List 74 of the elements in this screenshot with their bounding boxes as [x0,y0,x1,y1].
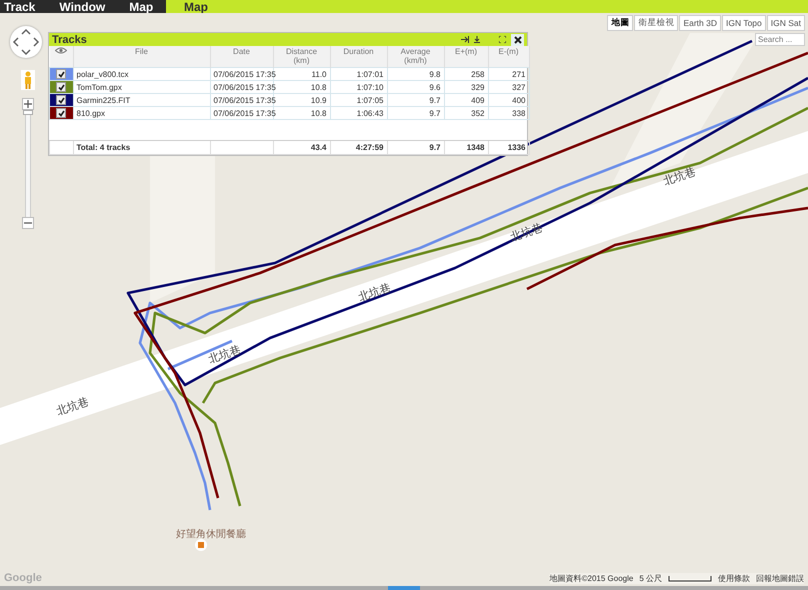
table-cell: 400 [488,94,529,106]
table-cell: 1:07:10 [330,80,387,94]
street-label: 北坑巷 [509,222,544,244]
panel-title: Tracks [52,34,87,46]
total-cell: 4:27:59 [330,140,387,154]
table-cell: 409 [444,94,488,106]
table-cell: 07/06/2015 17:35 [210,94,273,106]
column-header[interactable]: E-(m) [488,46,529,68]
terms-link[interactable]: 使用條款 [718,573,750,584]
column-header[interactable]: File [73,46,210,68]
table-cell: 07/06/2015 17:35 [210,106,273,120]
map-type-button[interactable]: 衛星檢視 [634,15,678,31]
scale-label: 5 公尺 [639,573,662,584]
map-type-button[interactable]: 地圖 [607,15,634,31]
download-icon[interactable] [474,36,480,43]
column-header[interactable]: Duration [330,46,387,68]
map-type-button[interactable]: IGN Topo [722,15,766,31]
table-cell: polar_v800.tcx [73,68,210,80]
table-cell: 338 [488,106,529,120]
total-cell: 9.7 [387,140,444,154]
column-header[interactable]: Average (km/h) [387,46,444,68]
section-title: Map [184,0,208,14]
table-cell: 1:07:05 [330,94,387,106]
visibility-checkbox[interactable] [56,82,66,92]
table-cell: 07/06/2015 17:35 [210,80,273,94]
table-cell: 258 [444,68,488,80]
total-cell: 1336 [488,140,529,154]
close-button[interactable] [511,34,524,46]
place-label: 好望角休閒餐廳 [176,529,246,540]
horizontal-scrollbar[interactable] [0,586,808,590]
table-cell: 329 [444,80,488,94]
column-header[interactable]: Date [210,46,273,68]
scale-bar [668,576,712,582]
table-cell: Garmin225.FIT [73,94,210,106]
street-label: 北坑巷 [207,344,242,366]
visibility-checkbox[interactable] [56,95,66,105]
total-cell: 1348 [444,140,488,154]
restaurant-marker-icon [195,539,207,551]
menu-item[interactable]: Window [59,0,106,14]
expand-icon[interactable] [499,36,506,43]
street-label: 北坑巷 [55,396,90,418]
scrollbar-thumb[interactable] [388,586,420,590]
map-attribution: 地圖資料©2015 Google [550,573,634,584]
report-link[interactable]: 回報地圖錯誤 [756,573,804,584]
total-cell: 43.4 [273,140,330,154]
table-cell: 810.gpx [73,106,210,120]
visibility-eye-icon[interactable] [55,47,67,54]
column-header[interactable]: Distance (km) [273,46,330,68]
table-cell: 271 [488,68,529,80]
table-cell: 1:07:01 [330,68,387,80]
table-cell: 327 [488,80,529,94]
table-cell: 1:06:43 [330,106,387,120]
menu-item[interactable]: Track [4,0,36,14]
street-label: 北坑巷 [662,166,698,188]
table-cell: 07/06/2015 17:35 [210,68,273,80]
search-field[interactable]: Search ... [755,33,805,46]
table-cell: 9.7 [387,94,444,106]
map-type-button[interactable]: IGN Sat [766,15,805,31]
pan-control[interactable] [10,26,42,58]
table-cell: 9.8 [387,68,444,80]
visibility-checkbox[interactable] [56,108,66,118]
map-logo: Google [4,572,42,584]
visibility-checkbox[interactable] [56,69,66,79]
table-cell: TomTom.gpx [73,80,210,94]
column-header[interactable]: E+(m) [444,46,488,68]
street-label: 北坑巷 [357,282,392,304]
menu-item[interactable]: Map [129,0,154,14]
pin-icon[interactable] [461,36,469,43]
zoom-slider-thumb[interactable] [23,110,33,115]
table-cell: 9.7 [387,106,444,120]
table-cell: 9.6 [387,80,444,94]
map-type-button[interactable]: Earth 3D [679,15,721,31]
table-cell: 352 [444,106,488,120]
total-label: Total: 4 tracks [73,140,210,154]
